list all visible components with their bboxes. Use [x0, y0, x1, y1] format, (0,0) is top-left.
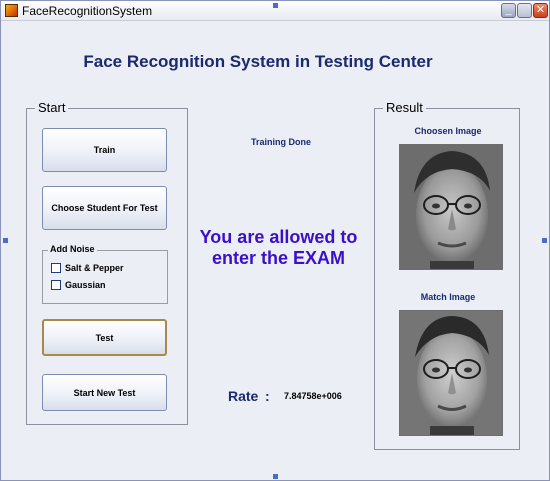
minimize-button[interactable]: _	[501, 3, 516, 18]
chosen-face-image	[399, 144, 503, 270]
gaussian-checkbox[interactable]	[51, 280, 61, 290]
choose-student-button[interactable]: Choose Student For Test	[42, 186, 167, 230]
exam-permission-message: You are allowed to enter the EXAM	[199, 227, 358, 268]
match-image-caption: Match Image	[420, 292, 476, 302]
resize-handle-left[interactable]	[3, 238, 8, 243]
chosen-image-caption: Choosen Image	[414, 126, 482, 136]
app-window: FaceRecognitionSystem _ □ ✕ Face Recogni…	[0, 0, 550, 481]
close-button[interactable]: ✕	[533, 3, 548, 18]
start-panel-title: Start	[35, 100, 69, 115]
training-status-text: Training Done	[251, 137, 312, 147]
matlab-app-icon	[5, 4, 18, 17]
resize-handle-top[interactable]	[273, 3, 278, 8]
page-title: Face Recognition System in Testing Cente…	[83, 52, 433, 71]
gaussian-option[interactable]: Gaussian	[51, 280, 106, 290]
rate-label: Rate	[228, 388, 259, 404]
maximize-button[interactable]: □	[517, 3, 532, 18]
salt-pepper-checkbox[interactable]	[51, 263, 61, 273]
rate-colon: :	[265, 388, 270, 404]
resize-handle-bottom[interactable]	[273, 474, 278, 479]
result-panel-title: Result	[383, 100, 426, 115]
salt-pepper-option[interactable]: Salt & Pepper	[51, 263, 124, 273]
train-button[interactable]: Train	[42, 128, 167, 172]
result-panel: Result Choosen Image Match Image	[374, 100, 520, 450]
start-panel: Start Train Choose Student For Test Add …	[26, 100, 188, 425]
match-face-image	[399, 310, 503, 436]
gaussian-label: Gaussian	[65, 280, 106, 290]
add-noise-title: Add Noise	[48, 244, 97, 254]
start-new-test-button[interactable]: Start New Test	[42, 374, 167, 411]
rate-value: 7.84758e+006	[284, 391, 342, 401]
window-title: FaceRecognitionSystem	[22, 4, 153, 18]
salt-pepper-label: Salt & Pepper	[65, 263, 124, 273]
test-button[interactable]: Test	[42, 319, 167, 356]
add-noise-panel: Add Noise Salt & Pepper Gaussian	[42, 244, 168, 304]
resize-handle-right[interactable]	[542, 238, 547, 243]
